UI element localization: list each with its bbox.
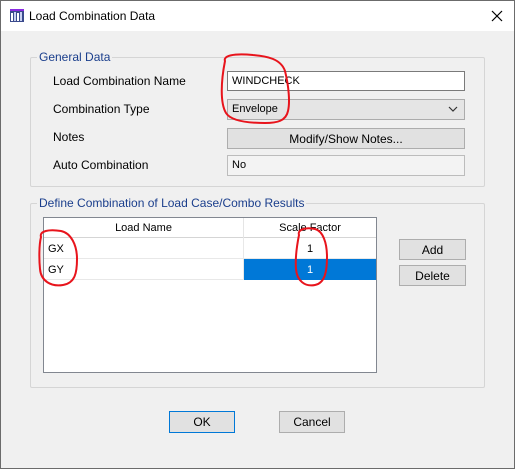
- load-name-cell[interactable]: GX: [44, 238, 244, 259]
- close-icon[interactable]: [486, 5, 508, 27]
- load-combination-dialog: Load Combination Data General Data Load …: [0, 0, 515, 469]
- window-title: Load Combination Data: [29, 9, 156, 23]
- define-combination-legend: Define Combination of Load Case/Combo Re…: [37, 196, 307, 210]
- combination-name-field[interactable]: [227, 71, 465, 91]
- combination-type-label: Combination Type: [53, 102, 150, 116]
- auto-combination-field: No: [227, 155, 465, 176]
- delete-button[interactable]: Delete: [399, 265, 466, 286]
- general-data-legend: General Data: [37, 50, 113, 64]
- grid-header: Load Name Scale Factor: [44, 218, 376, 238]
- cancel-button[interactable]: Cancel: [279, 411, 345, 433]
- ok-button[interactable]: OK: [169, 411, 235, 433]
- auto-combination-label: Auto Combination: [53, 158, 149, 172]
- load-combination-grid[interactable]: Load Name Scale Factor GX 1 GY 1: [43, 217, 377, 373]
- add-button[interactable]: Add: [399, 239, 466, 260]
- combination-type-select[interactable]: Envelope: [227, 99, 465, 120]
- chevron-down-icon: [448, 103, 458, 118]
- combination-name-label: Load Combination Name: [53, 74, 186, 88]
- load-name-cell[interactable]: GY: [44, 259, 244, 280]
- table-row[interactable]: GY 1: [44, 259, 376, 280]
- combination-type-value: Envelope: [232, 103, 278, 115]
- notes-label: Notes: [53, 130, 85, 144]
- column-header-load-name[interactable]: Load Name: [44, 218, 244, 238]
- scale-factor-cell[interactable]: 1: [244, 238, 376, 259]
- column-header-scale-factor[interactable]: Scale Factor: [244, 218, 376, 238]
- title-bar[interactable]: Load Combination Data: [1, 1, 514, 31]
- scale-factor-cell[interactable]: 1: [244, 259, 376, 280]
- app-icon: [10, 9, 24, 23]
- modify-show-notes-button[interactable]: Modify/Show Notes...: [227, 128, 465, 149]
- table-row[interactable]: GX 1: [44, 238, 376, 259]
